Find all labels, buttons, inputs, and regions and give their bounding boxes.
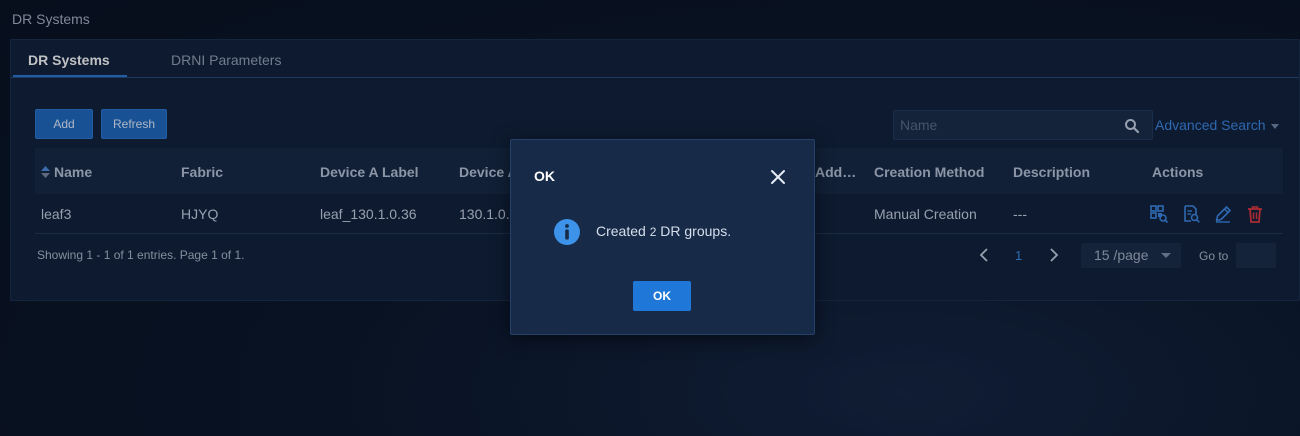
confirmation-dialog: OK Created 2 DR groups. OK — [510, 139, 815, 335]
dr-group-count: 2 — [649, 225, 657, 239]
close-icon[interactable] — [770, 169, 786, 185]
ok-button[interactable]: OK — [633, 281, 691, 311]
info-icon — [554, 219, 580, 245]
dialog-message: Created 2 DR groups. — [596, 223, 732, 239]
dialog-title: OK — [534, 168, 555, 184]
